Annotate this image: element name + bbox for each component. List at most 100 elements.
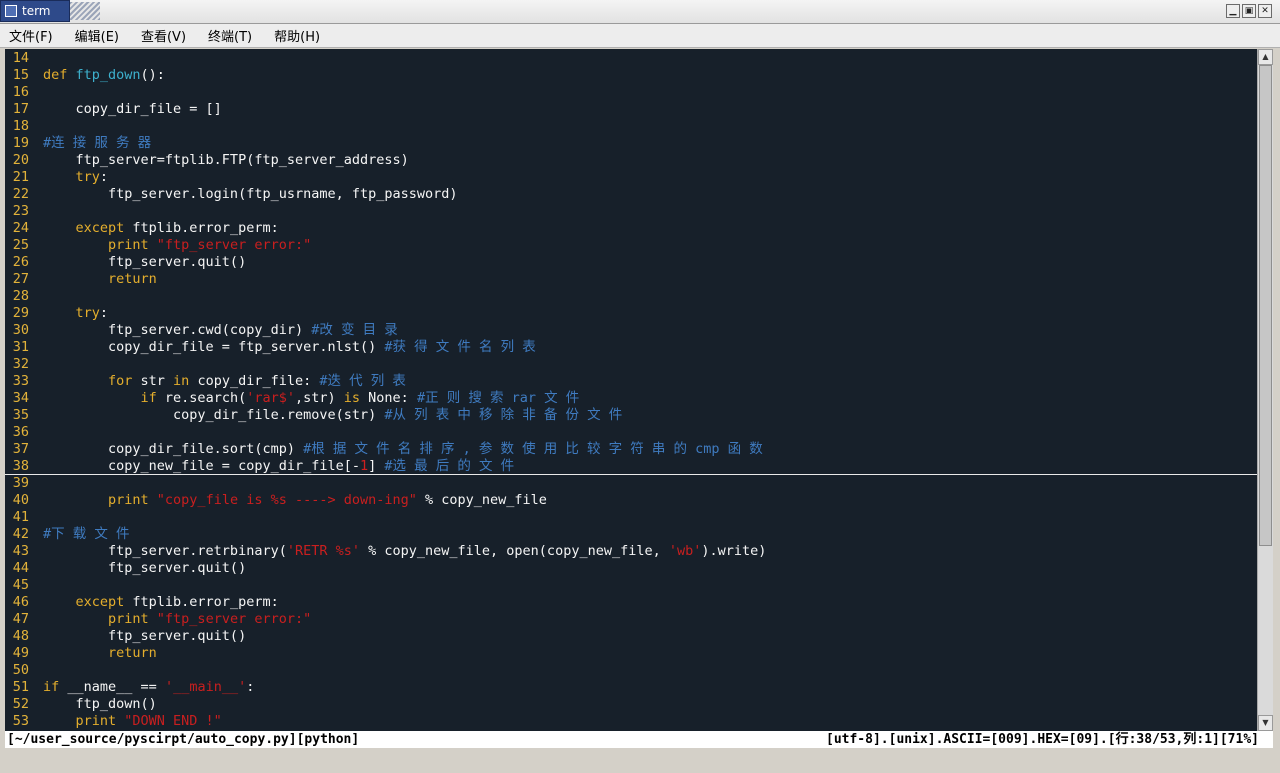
title-bar-decoration (70, 2, 100, 20)
menu-bar: 文件(F) 编辑(E) 查看(V) 终端(T) 帮助(H) (0, 24, 1280, 48)
code-token: ] (368, 458, 385, 474)
vim-editor-area[interactable]: 14 15 def ftp_down(): 16 17 copy_dir_file = … (5, 49, 1257, 731)
close-button[interactable]: ✕ (1258, 4, 1272, 18)
line-number: 35 (12, 407, 29, 423)
code-token: if (43, 679, 60, 695)
code-token: ftp_server=ftplib.FTP(ftp_server_address… (43, 152, 409, 168)
line-number: 30 (12, 322, 29, 338)
code-token: '__main__' (164, 679, 247, 695)
code-line[interactable]: 47 print "ftp_server error:" (5, 611, 1257, 628)
line-number: 45 (12, 577, 29, 593)
line-number: 33 (12, 373, 29, 389)
code-token: ftp_server.quit() (43, 628, 247, 644)
code-token: except (43, 594, 125, 610)
code-line[interactable]: 42 #下 载 文 件 (5, 526, 1257, 543)
line-number: 53 (12, 713, 29, 729)
code-line[interactable]: 14 (5, 50, 1257, 67)
code-line[interactable]: 52 ftp_down() (5, 696, 1257, 713)
scroll-up-arrow-icon[interactable]: ▲ (1258, 49, 1273, 65)
code-line[interactable]: 50 (5, 662, 1257, 679)
line-number: 18 (12, 118, 29, 134)
line-number: 15 (12, 67, 29, 83)
code-line[interactable]: 35 copy_dir_file.remove(str) #从 列 表 中 移 … (5, 407, 1257, 424)
line-number: 49 (12, 645, 29, 661)
menu-edit[interactable]: 编辑(E) (73, 26, 121, 45)
code-token: return (43, 271, 157, 287)
code-line[interactable]: 24 except ftplib.error_perm: (5, 220, 1257, 237)
code-token: print (43, 237, 157, 253)
code-token: copy_dir_file.remove(str) (43, 407, 385, 423)
line-number: 29 (12, 305, 29, 321)
code-line[interactable]: 34 if re.search('rar$',str) is None: #正 … (5, 390, 1257, 407)
code-line[interactable]: 23 (5, 203, 1257, 220)
code-line[interactable]: 17 copy_dir_file = [] (5, 101, 1257, 118)
code-token: except (43, 220, 125, 236)
code-line[interactable]: 31 copy_dir_file = ftp_server.nlst() #获 … (5, 339, 1257, 356)
code-token: ftp_down (75, 67, 141, 83)
code-line[interactable]: 37 copy_dir_file.sort(cmp) #根 据 文 件 名 排 … (5, 441, 1257, 458)
menu-file[interactable]: 文件(F) (7, 26, 55, 45)
code-token: #连 接 服 务 器 (43, 135, 152, 151)
minimize-button[interactable]: ▁ (1226, 4, 1240, 18)
code-line[interactable]: 25 print "ftp_server error:" (5, 237, 1257, 254)
maximize-button[interactable]: ▣ (1242, 4, 1256, 18)
code-token: #根 据 文 件 名 排 序 , 参 数 使 用 比 较 字 符 串 的 cmp… (303, 441, 763, 457)
line-number: 46 (12, 594, 29, 610)
code-line[interactable]: 22 ftp_server.login(ftp_usrname, ftp_pas… (5, 186, 1257, 203)
code-line[interactable]: 38 copy_new_file = copy_dir_file[-1] #选 … (5, 458, 1257, 475)
code-line[interactable]: 30 ftp_server.cwd(copy_dir) #改 变 目 录 (5, 322, 1257, 339)
line-number: 47 (12, 611, 29, 627)
code-line[interactable]: 18 (5, 118, 1257, 135)
code-line[interactable]: 15 def ftp_down(): (5, 67, 1257, 84)
line-number: 16 (12, 84, 29, 100)
line-number: 25 (12, 237, 29, 253)
code-line[interactable]: 49 return (5, 645, 1257, 662)
code-line[interactable]: 19 #连 接 服 务 器 (5, 135, 1257, 152)
code-line[interactable]: 46 except ftplib.error_perm: (5, 594, 1257, 611)
code-token: % copy_new_file, open(copy_new_file, (360, 543, 669, 559)
code-line[interactable]: 43 ftp_server.retrbinary('RETR %s' % cop… (5, 543, 1257, 560)
code-line[interactable]: 44 ftp_server.quit() (5, 560, 1257, 577)
code-token: #选 最 后 的 文 件 (384, 458, 515, 474)
code-line[interactable]: 40 print "copy_file is %s ----> down-ing… (5, 492, 1257, 509)
code-token: for (43, 373, 133, 389)
vertical-scrollbar[interactable]: ▲ ▼ (1257, 49, 1273, 731)
line-number: 32 (12, 356, 29, 372)
code-token: % copy_new_file (416, 492, 547, 508)
code-line[interactable]: 39 (5, 475, 1257, 492)
code-line[interactable]: 33 for str in copy_dir_file: #迭 代 列 表 (5, 373, 1257, 390)
code-line[interactable]: 16 (5, 84, 1257, 101)
code-token: ftp_down() (43, 696, 157, 712)
code-line[interactable]: 48 ftp_server.quit() (5, 628, 1257, 645)
window-controls: ▁ ▣ ✕ (1226, 4, 1272, 18)
code-token: if (43, 390, 157, 406)
line-number: 27 (12, 271, 29, 287)
menu-view[interactable]: 查看(V) (139, 26, 188, 45)
code-token: 'rar$' (246, 390, 295, 406)
code-line[interactable]: 53 print "DOWN END !" (5, 713, 1257, 730)
code-line[interactable]: 51 if __name__ == '__main__': (5, 679, 1257, 696)
code-line[interactable]: 27 return (5, 271, 1257, 288)
code-line[interactable]: 28 (5, 288, 1257, 305)
line-number: 52 (12, 696, 29, 712)
menu-help[interactable]: 帮助(H) (272, 26, 322, 45)
window-title-bar[interactable]: term ▁ ▣ ✕ (0, 0, 1280, 24)
code-token: #从 列 表 中 移 除 非 备 份 文 件 (384, 407, 623, 423)
code-line[interactable]: 29 try: (5, 305, 1257, 322)
scroll-down-arrow-icon[interactable]: ▼ (1258, 715, 1273, 731)
code-line[interactable]: 21 try: (5, 169, 1257, 186)
code-line[interactable]: 45 (5, 577, 1257, 594)
window-title-tab: term (0, 0, 70, 22)
code-token: "ftp_server error:" (156, 611, 312, 627)
code-token: __name__ == (59, 679, 165, 695)
code-line[interactable]: 36 (5, 424, 1257, 441)
menu-terminal[interactable]: 终端(T) (206, 26, 254, 45)
scrollbar-thumb[interactable] (1259, 65, 1272, 546)
code-token: return (43, 645, 157, 661)
code-line[interactable]: 26 ftp_server.quit() (5, 254, 1257, 271)
code-line[interactable]: 32 (5, 356, 1257, 373)
code-line[interactable]: 20 ftp_server=ftplib.FTP(ftp_server_addr… (5, 152, 1257, 169)
code-line[interactable]: 41 (5, 509, 1257, 526)
code-token: copy_dir_file: (189, 373, 320, 389)
code-token: : (99, 305, 109, 321)
